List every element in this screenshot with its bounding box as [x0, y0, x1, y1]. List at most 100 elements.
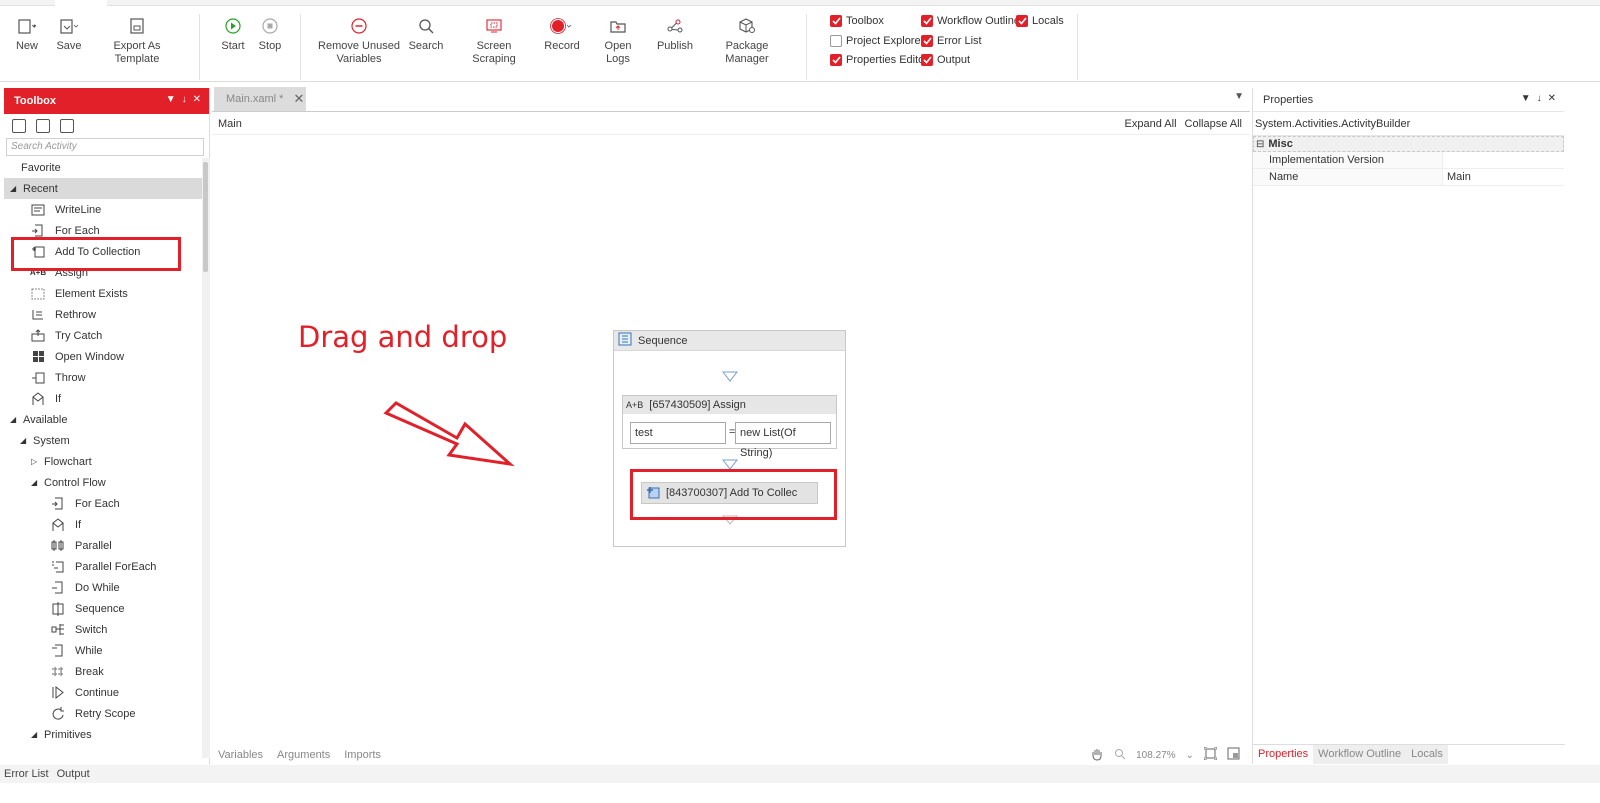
tab-main-xaml[interactable]: Main.xaml * ✕	[214, 87, 306, 111]
tree-label: Favorite	[21, 161, 61, 174]
control-flow-item-retry-scope[interactable]: Retry Scope	[51, 703, 136, 724]
ribbon-separator	[1077, 14, 1078, 80]
recent-item-if[interactable]: If	[31, 388, 61, 409]
arguments-tab[interactable]: Arguments	[277, 749, 330, 761]
property-value[interactable]	[1443, 152, 1564, 168]
recent-item-rethrow[interactable]: Rethrow	[31, 304, 96, 325]
category-misc[interactable]: ⊟ Misc	[1253, 136, 1564, 152]
show-list-icon[interactable]	[60, 119, 74, 133]
checkbox-checked-icon	[921, 35, 933, 47]
tab-workflow-outline[interactable]: Workflow Outline	[1313, 745, 1407, 764]
tree-item-favorite[interactable]: Favorite	[21, 157, 61, 178]
new-button[interactable]: New	[12, 12, 42, 53]
recent-item-try-catch[interactable]: Try Catch	[31, 325, 102, 346]
pin-icon[interactable]: ↓	[182, 94, 187, 105]
export-template-label: Export As Template	[113, 40, 161, 65]
tab-properties[interactable]: Properties	[1253, 745, 1314, 764]
tab-locals[interactable]: Locals	[1406, 745, 1448, 764]
collapse-all-icon[interactable]	[36, 119, 50, 133]
property-row[interactable]: Implementation Version	[1253, 152, 1564, 169]
control-flow-item-for-each[interactable]: For Each	[51, 493, 120, 514]
checkbox-unchecked-icon	[830, 35, 842, 47]
close-icon[interactable]: ✕	[1548, 93, 1556, 104]
close-icon[interactable]: ✕	[193, 94, 201, 105]
control-flow-item-do-while[interactable]: Do While	[51, 577, 120, 598]
zoom-dropdown-icon[interactable]: ⌄	[1186, 750, 1194, 761]
output-tab[interactable]: Output	[53, 768, 94, 780]
project-explorer-checkbox[interactable]: Project Explorer	[830, 35, 924, 47]
assign-to-input[interactable]: test	[630, 422, 726, 444]
recent-item-throw[interactable]: Throw	[31, 367, 86, 388]
start-button[interactable]: Start	[218, 12, 248, 53]
control-flow-item-while[interactable]: While	[51, 640, 103, 661]
save-button[interactable]: Save	[54, 12, 84, 53]
pin-icon[interactable]: ↓	[1537, 93, 1542, 104]
variables-tab[interactable]: Variables	[218, 749, 263, 761]
export-template-button[interactable]: Export As Template	[95, 12, 179, 66]
throw-icon	[31, 371, 45, 384]
control-flow-item-break[interactable]: Break	[51, 661, 104, 682]
record-button[interactable]: Record	[543, 12, 581, 53]
property-row[interactable]: Name Main	[1253, 169, 1564, 186]
assign-value-input[interactable]: new List(Of String)	[735, 422, 831, 459]
toolbox-scrollbar[interactable]	[202, 158, 210, 758]
tree-item-recent[interactable]: ◢ Recent	[4, 178, 202, 199]
search-button[interactable]: Search	[408, 12, 444, 53]
locals-checkbox[interactable]: Locals	[1016, 15, 1064, 27]
tree-label: Rethrow	[55, 308, 96, 321]
collapse-icon[interactable]: ⊟	[1256, 139, 1264, 150]
drag-and-drop-annotation: Drag and drop	[298, 320, 508, 354]
properties-editor-checkbox[interactable]: Properties Editor	[830, 54, 928, 66]
assign-activity[interactable]: A+B [657430509] Assign test = new List(O…	[622, 395, 837, 459]
package-manager-button[interactable]: Package Manager	[705, 12, 789, 66]
screen-scraping-button[interactable]: Screen Scraping	[457, 12, 531, 66]
stop-button[interactable]: Stop	[256, 12, 284, 53]
sequence-header: Sequence	[614, 331, 845, 351]
tree-item-system[interactable]: ◢ System	[20, 430, 70, 451]
tree-item-available[interactable]: ◢ Available	[10, 409, 67, 430]
control-flow-item-continue[interactable]: Continue	[51, 682, 119, 703]
control-flow-item-switch[interactable]: Switch	[51, 619, 107, 640]
close-tab-icon[interactable]: ✕	[293, 91, 304, 107]
output-checkbox[interactable]: Output	[921, 54, 970, 66]
workflow-outline-checkbox[interactable]: Workflow Outline	[921, 15, 1020, 27]
drop-target-icon[interactable]	[722, 371, 738, 383]
recent-item-open-window[interactable]: Open Window	[31, 346, 124, 367]
control-flow-item-if[interactable]: If	[51, 514, 81, 535]
checkbox-label: Output	[937, 54, 971, 66]
dropdown-icon[interactable]: ▼	[1521, 93, 1531, 104]
recent-item-writeline[interactable]: WriteLine	[31, 199, 101, 220]
open-logs-button[interactable]: Open Logs	[592, 12, 644, 66]
property-value[interactable]: Main	[1443, 169, 1564, 185]
overview-map-icon[interactable]	[1227, 747, 1240, 763]
publish-button[interactable]: Publish	[655, 12, 695, 53]
remove-unused-variables-button[interactable]: Remove Unused Variables	[318, 12, 400, 66]
expanded-triangle-icon: ◢	[31, 730, 38, 739]
start-label: Start	[221, 40, 245, 52]
control-flow-item-sequence[interactable]: Sequence	[51, 598, 125, 619]
imports-tab[interactable]: Imports	[344, 749, 381, 761]
tree-item-control-flow[interactable]: ◢ Control Flow	[31, 472, 106, 493]
scrollbar-thumb[interactable]	[203, 162, 208, 272]
tree-label: Parallel	[75, 539, 112, 552]
activity-search-input[interactable]: Search Activity	[6, 138, 204, 156]
breadcrumb[interactable]: Main	[218, 118, 242, 130]
toolbox-checkbox[interactable]: Toolbox	[830, 15, 884, 27]
property-key: Name	[1253, 169, 1443, 185]
tab-list-dropdown-icon[interactable]: ▼	[1234, 91, 1244, 102]
fit-to-screen-icon[interactable]	[1203, 746, 1218, 763]
zoom-search-icon[interactable]	[1114, 748, 1126, 763]
control-flow-item-parallel[interactable]: Parallel	[51, 535, 112, 556]
dropdown-icon[interactable]: ▼	[166, 94, 176, 105]
error-list-checkbox[interactable]: Error List	[921, 35, 982, 47]
expand-all-icon[interactable]	[12, 119, 26, 133]
tree-item-flowchart[interactable]: ▷ Flowchart	[31, 451, 92, 472]
expand-all-link[interactable]: Expand All	[1125, 118, 1177, 130]
pan-hand-icon[interactable]	[1090, 747, 1104, 764]
error-list-tab[interactable]: Error List	[0, 768, 53, 780]
recent-item-element-exists[interactable]: Element Exists	[31, 283, 128, 304]
zoom-level[interactable]: 108.27%	[1136, 750, 1175, 761]
collapse-all-link[interactable]: Collapse All	[1185, 118, 1242, 130]
control-flow-item-parallel-foreach[interactable]: Parallel ForEach	[51, 556, 156, 577]
tree-item-primitives[interactable]: ◢ Primitives	[31, 724, 92, 745]
